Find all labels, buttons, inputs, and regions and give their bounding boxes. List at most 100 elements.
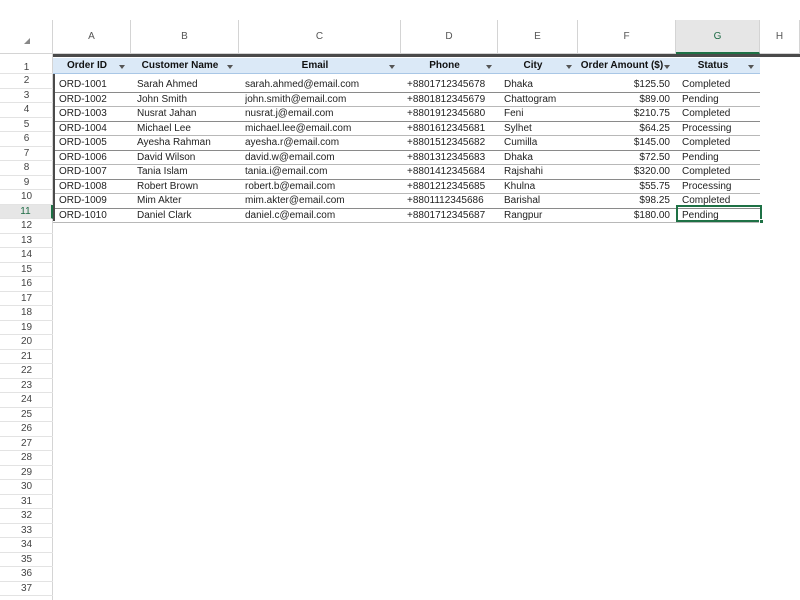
table-cell[interactable]: Khulna [504, 180, 572, 195]
table-cell[interactable]: +8801412345684 [407, 165, 492, 180]
table-cell[interactable]: ORD-1007 [59, 165, 125, 180]
table-cell[interactable]: David Wilson [137, 151, 233, 166]
table-cell[interactable]: Sylhet [504, 122, 572, 137]
table-cell[interactable]: Processing [682, 180, 754, 195]
row-header-12[interactable]: 12 [0, 219, 53, 234]
row-header-34[interactable]: 34 [0, 538, 53, 553]
table-cell[interactable]: +8801712345687 [407, 209, 492, 224]
table-cell[interactable]: nusrat.j@email.com [245, 107, 395, 122]
table-cell[interactable]: Michael Lee [137, 122, 233, 137]
table-cell[interactable]: $55.75 [584, 180, 670, 195]
table-cell[interactable]: Daniel Clark [137, 209, 233, 224]
table-cell[interactable]: ORD-1002 [59, 93, 125, 108]
filter-dropdown-icon[interactable] [227, 65, 233, 69]
table-cell[interactable]: $98.25 [584, 194, 670, 209]
filter-dropdown-icon[interactable] [664, 65, 670, 69]
table-cell[interactable]: ORD-1009 [59, 194, 125, 209]
table-cell[interactable]: Dhaka [504, 151, 572, 166]
table-cell[interactable]: ORD-1004 [59, 122, 125, 137]
column-header-d[interactable]: D [401, 20, 498, 54]
row-header-30[interactable]: 30 [0, 480, 53, 495]
table-cell[interactable]: +8801812345679 [407, 93, 492, 108]
table-cell[interactable]: Completed [682, 136, 754, 151]
filter-dropdown-icon[interactable] [748, 65, 754, 69]
table-cell[interactable]: +8801312345683 [407, 151, 492, 166]
table-cell[interactable]: $72.50 [584, 151, 670, 166]
table-cell[interactable]: $210.75 [584, 107, 670, 122]
column-header-a[interactable]: A [53, 20, 131, 54]
table-cell[interactable]: +8801512345682 [407, 136, 492, 151]
filter-dropdown-icon[interactable] [566, 65, 572, 69]
column-header-b[interactable]: B [131, 20, 239, 54]
row-header-37[interactable]: 37 [0, 582, 53, 596]
table-cell[interactable]: $64.25 [584, 122, 670, 137]
table-cell[interactable]: ORD-1001 [59, 78, 125, 93]
table-cell[interactable]: $180.00 [584, 209, 670, 224]
table-cell[interactable]: Completed [682, 165, 754, 180]
table-cell[interactable]: ORD-1010 [59, 209, 125, 224]
table-cell[interactable]: Chattogram [504, 93, 572, 108]
row-header-31[interactable]: 31 [0, 495, 53, 509]
table-cell[interactable]: Completed [682, 107, 754, 122]
table-cell[interactable]: John Smith [137, 93, 233, 108]
table-cell[interactable]: Ayesha Rahman [137, 136, 233, 151]
filter-dropdown-icon[interactable] [486, 65, 492, 69]
row-header-16[interactable]: 16 [0, 277, 53, 292]
column-header-c[interactable]: C [239, 20, 401, 54]
row-header-3[interactable]: 3 [0, 89, 53, 103]
filter-dropdown-icon[interactable] [119, 65, 125, 69]
table-cell[interactable]: +8801112345686 [407, 194, 492, 209]
table-cell[interactable]: Nusrat Jahan [137, 107, 233, 122]
table-cell[interactable]: ayesha.r@email.com [245, 136, 395, 151]
row-header-22[interactable]: 22 [0, 364, 53, 379]
row-header-17[interactable]: 17 [0, 292, 53, 306]
table-cell[interactable]: daniel.c@email.com [245, 209, 395, 224]
row-header-9[interactable]: 9 [0, 176, 53, 190]
row-header-23[interactable]: 23 [0, 379, 53, 393]
row-header-33[interactable]: 33 [0, 524, 53, 538]
row-header-19[interactable]: 19 [0, 321, 53, 335]
table-cell[interactable]: Pending [682, 93, 754, 108]
table-cell[interactable]: $89.00 [584, 93, 670, 108]
table-cell[interactable]: michael.lee@email.com [245, 122, 395, 137]
table-cell[interactable]: Rajshahi [504, 165, 572, 180]
row-header-14[interactable]: 14 [0, 248, 53, 263]
table-cell[interactable]: Cumilla [504, 136, 572, 151]
table-cell[interactable]: Feni [504, 107, 572, 122]
table-cell[interactable]: $125.50 [584, 78, 670, 93]
row-header-7[interactable]: 7 [0, 147, 53, 161]
table-cell[interactable]: Robert Brown [137, 180, 233, 195]
table-cell[interactable]: Rangpur [504, 209, 572, 224]
row-header-1[interactable]: 1 [0, 58, 53, 74]
table-cell[interactable]: +8801712345678 [407, 78, 492, 93]
table-cell[interactable]: +8801912345680 [407, 107, 492, 122]
table-cell[interactable]: Mim Akter [137, 194, 233, 209]
row-header-32[interactable]: 32 [0, 509, 53, 524]
fill-handle[interactable] [759, 219, 764, 224]
table-cell[interactable]: Tania Islam [137, 165, 233, 180]
row-header-4[interactable]: 4 [0, 103, 53, 118]
row-header-26[interactable]: 26 [0, 422, 53, 437]
row-header-13[interactable]: 13 [0, 234, 53, 248]
table-cell[interactable]: robert.b@email.com [245, 180, 395, 195]
row-header-24[interactable]: 24 [0, 393, 53, 408]
active-cell-selection[interactable] [676, 205, 764, 224]
table-cell[interactable]: sarah.ahmed@email.com [245, 78, 395, 93]
table-cell[interactable]: Completed [682, 78, 754, 93]
row-header-29[interactable]: 29 [0, 466, 53, 480]
row-header-6[interactable]: 6 [0, 132, 53, 147]
row-header-21[interactable]: 21 [0, 350, 53, 364]
row-header-5[interactable]: 5 [0, 118, 53, 132]
row-header-2[interactable]: 2 [0, 74, 53, 89]
row-header-8[interactable]: 8 [0, 161, 53, 176]
table-cell[interactable]: Dhaka [504, 78, 572, 93]
row-header-36[interactable]: 36 [0, 567, 53, 582]
filter-dropdown-icon[interactable] [389, 65, 395, 69]
row-header-35[interactable]: 35 [0, 553, 53, 567]
row-header-27[interactable]: 27 [0, 437, 53, 451]
table-cell[interactable]: ORD-1005 [59, 136, 125, 151]
table-cell[interactable]: david.w@email.com [245, 151, 395, 166]
table-cell[interactable]: tania.i@email.com [245, 165, 395, 180]
table-cell[interactable]: john.smith@email.com [245, 93, 395, 108]
select-all-button[interactable] [0, 20, 53, 54]
